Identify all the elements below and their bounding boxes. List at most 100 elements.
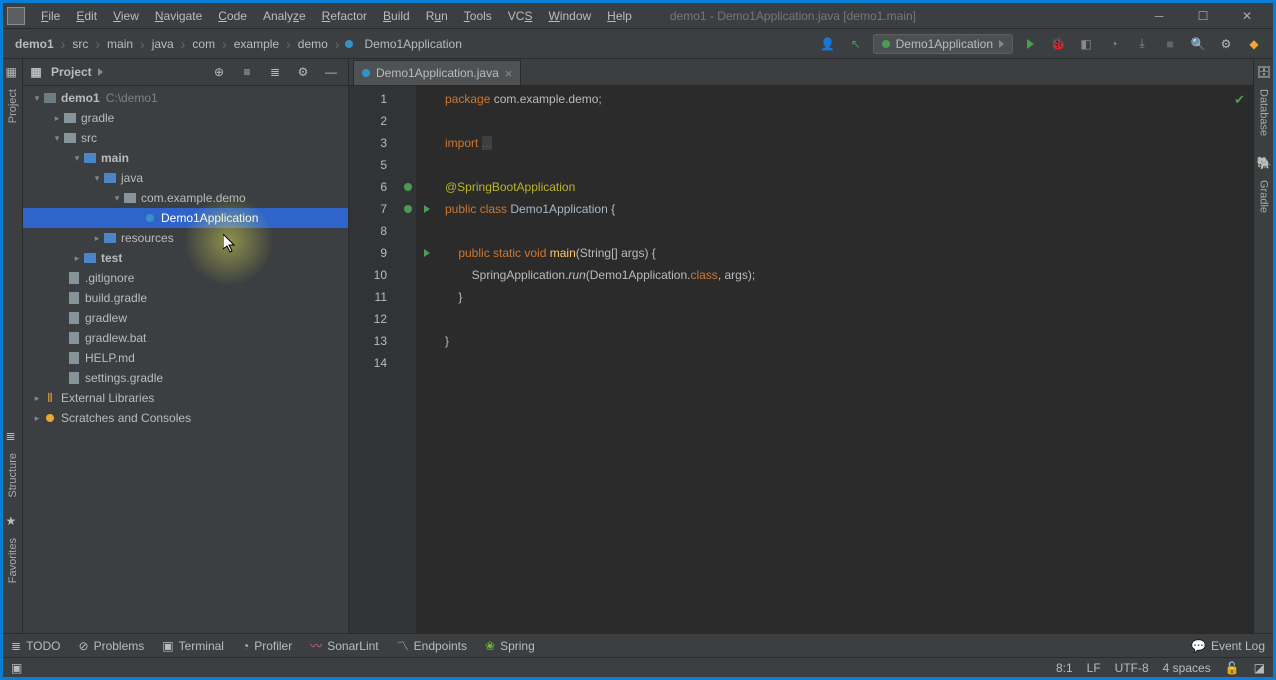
project-tool-window: ▦ Project ⊕ ≡ ≣ ⚙ — ▾demo1C:\demo1 ▸grad… (23, 59, 349, 633)
spring-icon (882, 40, 890, 48)
build-hammer-icon[interactable]: ↖ (845, 33, 867, 55)
panel-settings-icon[interactable]: ⚙ (292, 61, 314, 83)
crumb-com[interactable]: com (188, 37, 219, 51)
run-button[interactable] (1019, 33, 1041, 55)
sonarlint-tool[interactable]: 〰SonarLint (310, 637, 378, 654)
menu-window[interactable]: Window (540, 5, 599, 27)
indent-setting[interactable]: 4 spaces (1163, 661, 1211, 675)
structure-tab[interactable]: Structure (5, 447, 21, 504)
caret-position[interactable]: 8:1 (1056, 661, 1073, 675)
tree-test[interactable]: test (101, 251, 122, 265)
crumb-src[interactable]: src (68, 37, 92, 51)
code-text[interactable]: package com.example.demo; import ... @Sp… (437, 86, 1253, 633)
tree-settingsgradle[interactable]: settings.gradle (85, 371, 163, 385)
crumb-main[interactable]: main (103, 37, 137, 51)
settings-icon[interactable]: ⚙ (1215, 33, 1237, 55)
crumb-java[interactable]: java (148, 37, 178, 51)
class-icon (342, 37, 356, 51)
gradle-tab[interactable]: Gradle (1256, 174, 1272, 219)
class-icon (362, 69, 370, 77)
event-log-tool[interactable]: 💬Event Log (1191, 639, 1265, 653)
right-tool-strip: 🗄 Database 🐘 Gradle (1253, 59, 1273, 633)
add-config-icon[interactable]: 👤 (817, 33, 839, 55)
tree-main[interactable]: main (101, 151, 129, 165)
tree-gradlewbat[interactable]: gradlew.bat (85, 331, 146, 345)
close-button[interactable]: ✕ (1225, 3, 1269, 29)
run-line-icon[interactable] (417, 242, 437, 264)
spring-tool[interactable]: ❀Spring (485, 639, 535, 653)
project-panel-header: ▦ Project ⊕ ≡ ≣ ⚙ — (23, 59, 348, 86)
ide-actions-icon[interactable]: ◆ (1243, 33, 1265, 55)
gradle-tool-icon[interactable]: 🐘 (1257, 156, 1271, 170)
favorites-tab[interactable]: Favorites (5, 532, 21, 589)
problems-tool[interactable]: ⊘Problems (79, 639, 145, 653)
tree-selected-class[interactable]: Demo1Application (23, 208, 348, 228)
search-icon[interactable]: 🔍 (1187, 33, 1209, 55)
debug-button[interactable]: 🐞 (1047, 33, 1069, 55)
menu-code[interactable]: Code (210, 5, 255, 27)
run-line-icon[interactable] (417, 198, 437, 220)
readonly-lock-icon[interactable]: 🔓 (1225, 661, 1240, 675)
minimize-button[interactable]: ─ (1137, 3, 1181, 29)
database-tool-icon[interactable]: 🗄 (1257, 65, 1271, 79)
line-separator[interactable]: LF (1087, 661, 1101, 675)
code-editor[interactable]: 123567891011121314 package com.example.d… (349, 86, 1253, 633)
project-tree[interactable]: ▾demo1C:\demo1 ▸gradle ▾src ▾main ▾java … (23, 86, 348, 633)
menu-vcs[interactable]: VCS (500, 5, 541, 27)
file-encoding[interactable]: UTF-8 (1115, 661, 1149, 675)
chevron-down-icon[interactable] (98, 68, 103, 76)
memory-indicator-icon[interactable]: ◪ (1254, 661, 1265, 675)
tree-buildgradle[interactable]: build.gradle (85, 291, 147, 305)
expand-all-icon[interactable]: ≡ (236, 61, 258, 83)
run-config-select[interactable]: Demo1Application (873, 34, 1013, 54)
tree-gradlew[interactable]: gradlew (85, 311, 127, 325)
tree-resources[interactable]: resources (121, 231, 174, 245)
tree-external-libraries[interactable]: External Libraries (61, 391, 154, 405)
menu-help[interactable]: Help (599, 5, 640, 27)
maximize-button[interactable]: ☐ (1181, 3, 1225, 29)
menu-navigate[interactable]: Navigate (147, 5, 210, 27)
tree-helpmd[interactable]: HELP.md (85, 351, 135, 365)
todo-tool[interactable]: ≣TODO (11, 639, 61, 653)
menu-refactor[interactable]: Refactor (314, 5, 375, 27)
collapse-all-icon[interactable]: ≣ (264, 61, 286, 83)
database-tab[interactable]: Database (1256, 83, 1272, 142)
menu-tools[interactable]: Tools (456, 5, 500, 27)
attach-button[interactable]: ⤓ (1131, 33, 1153, 55)
menu-build[interactable]: Build (375, 5, 418, 27)
profiler-tool[interactable]: ◔Profiler (242, 639, 292, 653)
menu-file[interactable]: File (33, 5, 68, 27)
close-tab-icon[interactable]: × (505, 66, 513, 81)
terminal-tool[interactable]: ▣Terminal (162, 639, 224, 653)
tool-windows-icon[interactable]: ▣ (11, 661, 22, 675)
tree-java[interactable]: java (121, 171, 143, 185)
structure-tool-icon[interactable]: ≣ (6, 429, 20, 443)
tree-package[interactable]: com.example.demo (141, 191, 246, 205)
menu-analyze[interactable]: Analyze (255, 5, 314, 27)
menu-edit[interactable]: Edit (68, 5, 105, 27)
tree-gitignore[interactable]: .gitignore (85, 271, 134, 285)
crumb-example[interactable]: example (230, 37, 283, 51)
crumb-demo[interactable]: demo (294, 37, 332, 51)
editor-tab-active[interactable]: Demo1Application.java × (353, 60, 521, 85)
project-tool-icon[interactable]: ▦ (6, 65, 20, 79)
spring-gutter-icon[interactable] (399, 176, 416, 198)
tree-scratches[interactable]: Scratches and Consoles (61, 411, 191, 425)
profile-button[interactable]: ◔ (1103, 33, 1125, 55)
hide-panel-icon[interactable]: — (320, 61, 342, 83)
tree-gradle[interactable]: gradle (81, 111, 114, 125)
menu-run[interactable]: Run (418, 5, 456, 27)
tree-src[interactable]: src (81, 131, 97, 145)
spring-gutter-icon[interactable] (399, 198, 416, 220)
select-opened-icon[interactable]: ⊕ (208, 61, 230, 83)
tree-root[interactable]: demo1 (61, 91, 100, 105)
project-tab[interactable]: Project (5, 83, 21, 129)
menu-view[interactable]: View (105, 5, 147, 27)
inspection-ok-icon[interactable]: ✔ (1234, 92, 1245, 108)
favorites-tool-icon[interactable]: ★ (6, 514, 20, 528)
endpoints-tool[interactable]: 〽Endpoints (397, 637, 467, 654)
stop-button[interactable]: ■ (1159, 33, 1181, 55)
coverage-button[interactable]: ◧ (1075, 33, 1097, 55)
crumb-root[interactable]: demo1 (11, 37, 58, 51)
crumb-class[interactable]: Demo1Application (360, 37, 465, 51)
